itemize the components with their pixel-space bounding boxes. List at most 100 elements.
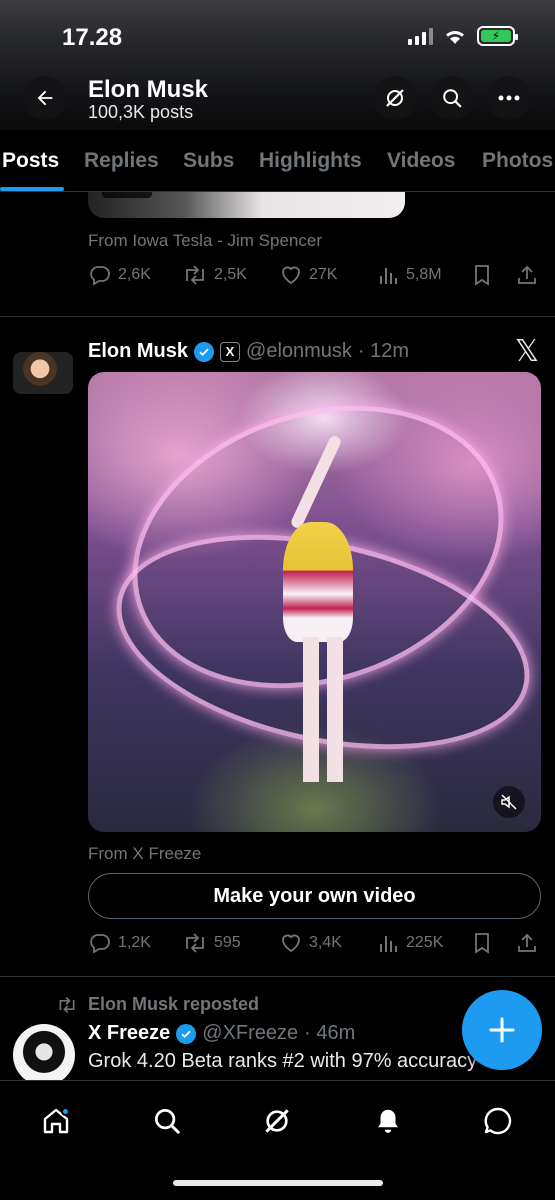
post-source[interactable]: From Iowa Tesla - Jim Spencer — [88, 231, 322, 251]
plus-icon — [489, 1017, 515, 1043]
post-time: · 12m — [357, 340, 410, 362]
nav-search[interactable] — [143, 1097, 191, 1145]
view-count: 5,8M — [406, 266, 442, 283]
verified-badge-icon — [194, 341, 215, 362]
post-header: X Freeze @XFreeze · 46m — [88, 1022, 355, 1045]
heart-icon — [282, 934, 300, 953]
x-logo-icon: 𝕏 — [514, 335, 539, 368]
post-time: · 46m — [304, 1022, 356, 1044]
cellular-signal-icon — [408, 27, 433, 45]
bookmark-button[interactable] — [472, 932, 492, 954]
video-figure-legs — [303, 637, 343, 782]
like-count: 27K — [309, 266, 338, 283]
share-icon — [518, 933, 536, 952]
affiliate-badge[interactable]: X — [220, 341, 241, 362]
share-button[interactable] — [516, 932, 538, 954]
repost-indicator: Elon Musk reposted — [56, 994, 259, 1015]
repost-icon — [186, 265, 204, 285]
search-button[interactable] — [430, 76, 474, 120]
grok-icon — [386, 89, 404, 107]
repost-label[interactable]: Elon Musk reposted — [88, 994, 259, 1015]
bookmark-button[interactable] — [472, 264, 492, 286]
profile-name: Elon Musk — [88, 76, 209, 103]
views-button[interactable]: 225K — [378, 932, 443, 954]
nav-home[interactable] — [32, 1097, 80, 1145]
status-icons: ⚡ — [408, 26, 518, 46]
video-figure — [283, 522, 353, 642]
post-text[interactable]: Grok 4.20 Beta ranks #2 with 97% accurac… — [88, 1050, 477, 1073]
messages-icon — [484, 1107, 512, 1135]
grok-button[interactable] — [373, 76, 417, 120]
author-handle[interactable]: @elonmusk — [246, 340, 352, 363]
post-actions: 1,2K 595 3,4K 225K — [88, 928, 543, 958]
reply-button[interactable]: 1,2K — [88, 931, 151, 955]
author-name[interactable]: Elon Musk — [88, 340, 188, 363]
post-divider — [0, 976, 555, 977]
mute-button[interactable] — [493, 786, 525, 818]
repost-button[interactable]: 2,5K — [182, 263, 247, 287]
like-count: 3,4K — [309, 934, 342, 951]
verified-badge-icon — [176, 1023, 197, 1044]
reply-icon — [90, 266, 110, 286]
arrow-left-icon — [37, 90, 53, 106]
views-icon — [380, 268, 397, 284]
reply-count: 2,6K — [118, 266, 151, 283]
post-header: Elon Musk X @elonmusk · 12m — [88, 340, 409, 363]
view-count: 225K — [406, 934, 444, 951]
views-icon — [380, 936, 397, 952]
heart-icon — [282, 266, 300, 285]
author-handle[interactable]: @XFreeze — [202, 1022, 298, 1045]
nav-grok[interactable] — [253, 1097, 301, 1145]
status-bar: 17.28 ⚡ — [0, 0, 555, 70]
bookmark-icon — [475, 265, 489, 286]
post-count: 100,3K posts — [88, 102, 194, 122]
bookmark-icon — [475, 933, 489, 954]
header-nav-row: Elon Musk 100,3K posts — [0, 74, 555, 122]
profile-tabs: Posts Replies Subs Highlights Videos Pho… — [0, 130, 555, 192]
tab-videos[interactable]: Videos — [387, 149, 455, 173]
repost-icon — [59, 996, 75, 1013]
like-button[interactable]: 27K — [279, 263, 337, 287]
home-indicator[interactable] — [173, 1180, 383, 1186]
make-video-button[interactable]: Make your own video — [88, 873, 541, 919]
active-tab-indicator — [0, 187, 64, 191]
repost-count: 2,5K — [214, 266, 247, 283]
tab-highlights[interactable]: Highlights — [259, 149, 362, 173]
search-icon — [155, 1109, 180, 1134]
tab-subs[interactable]: Subs — [183, 149, 234, 173]
post-video[interactable] — [88, 372, 541, 832]
profile-header: 17.28 ⚡ Elon Musk 100,3K posts — [0, 0, 555, 130]
unread-dot — [61, 1107, 70, 1116]
more-button[interactable] — [487, 76, 531, 120]
grok-icon — [265, 1109, 289, 1133]
reply-button[interactable]: 2,6K — [88, 263, 151, 287]
video-duration-badge — [102, 192, 152, 198]
more-icon — [498, 95, 520, 101]
views-button[interactable]: 5,8M — [378, 264, 442, 286]
tab-posts[interactable]: Posts — [2, 149, 59, 173]
reply-icon — [90, 934, 110, 954]
share-button[interactable] — [516, 264, 538, 286]
repost-button[interactable]: 595 — [182, 931, 241, 955]
reply-count: 1,2K — [118, 934, 151, 951]
avatar[interactable] — [13, 352, 73, 394]
notifications-icon — [378, 1109, 398, 1133]
like-button[interactable]: 3,4K — [279, 931, 342, 955]
author-name[interactable]: X Freeze — [88, 1022, 170, 1045]
timeline[interactable]: From Iowa Tesla - Jim Spencer 2,6K 2,5K … — [0, 192, 555, 1080]
back-button[interactable] — [23, 76, 67, 120]
tab-photos[interactable]: Photos — [482, 149, 553, 173]
muted-speaker-icon — [501, 794, 517, 810]
nav-messages[interactable] — [474, 1097, 522, 1145]
wifi-icon — [446, 31, 464, 44]
repost-count: 595 — [214, 934, 241, 951]
tab-replies[interactable]: Replies — [84, 149, 159, 173]
post-source[interactable]: From X Freeze — [88, 844, 201, 864]
nav-notifications[interactable] — [364, 1097, 412, 1145]
search-icon — [443, 89, 462, 108]
post-media[interactable] — [88, 192, 405, 218]
compose-button[interactable] — [462, 990, 542, 1070]
status-time: 17.28 — [62, 24, 123, 51]
share-icon — [518, 265, 536, 284]
avatar[interactable] — [13, 1024, 75, 1080]
